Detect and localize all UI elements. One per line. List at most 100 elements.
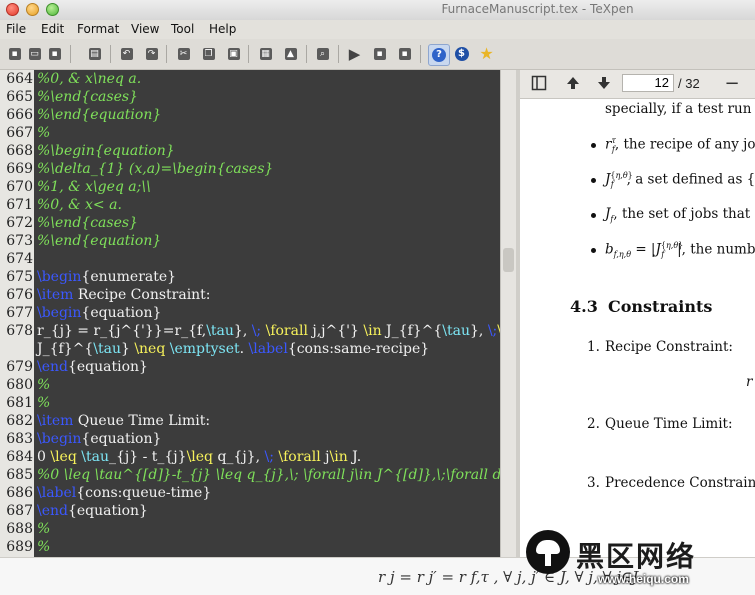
editor-scrollbar-thumb[interactable] (503, 248, 514, 272)
run-icon[interactable]: ▶ (346, 45, 363, 63)
bullet (591, 248, 596, 253)
line-number: 676 (6, 287, 33, 303)
bullet (591, 213, 596, 218)
code-line[interactable]: 670 %1, & x\geq a;\\ (0, 178, 500, 196)
code-token: % (37, 125, 51, 141)
code-line[interactable]: 667% (0, 124, 500, 142)
code-line[interactable]: 689% (0, 538, 500, 556)
code-token: %0 \leq \tau^{[d]}-t_{j} \leq q_{j},\; \… (37, 467, 500, 483)
list-number: 2. (587, 416, 600, 432)
line-number: 683 (6, 431, 33, 447)
code-token: 0 (37, 449, 51, 465)
code-line[interactable]: 686 \label{cons:queue-time} (0, 484, 500, 502)
list-item: Queue Time Limit: (605, 416, 733, 432)
new-file-icon[interactable]: ▪ (6, 45, 23, 62)
line-number: 666 (6, 107, 33, 123)
menu-file[interactable]: File (6, 22, 26, 36)
compile-icon[interactable]: ▪ (371, 45, 388, 62)
code-token: %\delta_{1} (x,a)=\begin{cases} (37, 161, 274, 177)
code-line[interactable]: 685 %0 \leq \tau^{[d]}-t_{j} \leq q_{j},\… (0, 466, 500, 484)
code-line[interactable]: 678 r_{j} = r_{j^{'}}=r_{f,\tau}, \; \for… (0, 322, 500, 340)
search-icon[interactable]: ⌕ (314, 45, 331, 62)
code-token: \label (248, 341, 288, 357)
watermark-url: www.heiqu.com (598, 572, 689, 586)
code-token: \in (329, 449, 348, 465)
help-icon[interactable]: ? (428, 44, 450, 66)
code-line[interactable]: 677 \begin{equation} (0, 304, 500, 322)
code-token: . (239, 341, 249, 357)
redo-icon[interactable]: ↷ (143, 45, 160, 62)
code-line[interactable]: 682 \item Queue Time Limit: (0, 412, 500, 430)
table-icon[interactable]: ▦ (257, 45, 274, 62)
print-icon[interactable]: ▤ (86, 45, 103, 62)
star-icon[interactable]: ★ (478, 44, 495, 63)
menu-help[interactable]: Help (209, 22, 236, 36)
paste-icon[interactable]: ▣ (225, 45, 242, 62)
cut-icon[interactable]: ✂ (175, 45, 192, 62)
next-page-icon[interactable] (595, 75, 613, 93)
code-text: %0, & x< a. (37, 196, 122, 214)
code-line[interactable]: 683 \begin{equation} (0, 430, 500, 448)
code-token: \tau (206, 323, 234, 339)
previous-page-icon[interactable] (564, 75, 582, 93)
code-line[interactable]: 666 %\end{equation} (0, 106, 500, 124)
line-number: 682 (6, 413, 33, 429)
code-line[interactable]: 680% (0, 376, 500, 394)
code-token: \; (251, 323, 262, 339)
save-icon[interactable]: ▪ (46, 45, 63, 62)
code-text: %\end{cases} (37, 88, 138, 106)
copy-icon[interactable]: ❐ (200, 45, 217, 62)
pdf-bullet-item: rτf, the recipe of any job (605, 136, 755, 155)
code-token: {cons:queue-time} (76, 485, 212, 501)
window-title: FurnaceManuscript.tex - TeXpen (441, 2, 634, 16)
code-line[interactable]: 664 %0, & x\neq a. (0, 70, 500, 88)
code-line[interactable]: 674 (0, 250, 500, 268)
code-text: r_{j} = r_{j^{'}}=r_{f,\tau}, \; \forall… (37, 322, 500, 340)
code-text: \end{equation} (37, 358, 148, 376)
code-editor[interactable]: 664 %0, & x\neq a. 665 %\end{cases} 666 %\end… (0, 70, 500, 557)
code-line[interactable]: 687 \end{equation} (0, 502, 500, 520)
code-line[interactable]: 668 %\begin{equation} (0, 142, 500, 160)
menu-view[interactable]: View (131, 22, 159, 36)
code-line[interactable]: J_{f}^{\tau} \neq \emptyset. \label{cons… (0, 340, 500, 358)
code-line[interactable]: 665 %\end{cases} (0, 88, 500, 106)
menu-format[interactable]: Format (77, 22, 119, 36)
code-token: r_{j} = r_{j^{'}}=r_{f, (37, 323, 207, 339)
open-icon[interactable]: ▭ (26, 45, 43, 62)
view-pdf-icon[interactable]: ▪ (396, 45, 413, 62)
code-line[interactable]: 671 %0, & x< a. (0, 196, 500, 214)
code-token: {equation} (67, 359, 148, 375)
code-line[interactable]: 673 %\end{equation} (0, 232, 500, 250)
code-line[interactable]: 675 \begin{enumerate} (0, 268, 500, 286)
code-token: \leq (186, 449, 214, 465)
code-text: 0 \leq \tau_{j} - t_{j}\leq q_{j}, \; \f… (37, 448, 361, 466)
page-number-input[interactable]: 12 (622, 74, 674, 92)
zoom-out-button[interactable]: − (723, 75, 741, 93)
code-token: %0, & x< a. (37, 197, 122, 213)
code-line[interactable]: 669 %\delta_{1} (x,a)=\begin{cases} (0, 160, 500, 178)
sidebar-toggle-icon[interactable] (530, 75, 548, 93)
code-line[interactable]: 676 \item Recipe Constraint: (0, 286, 500, 304)
code-line[interactable]: 679 \end{equation} (0, 358, 500, 376)
toolbar-separator (70, 45, 71, 63)
code-line[interactable]: 688% (0, 520, 500, 538)
undo-icon[interactable]: ↶ (118, 45, 135, 62)
image-icon[interactable]: ▲ (282, 45, 299, 62)
code-text: \item Queue Time Limit: (37, 412, 210, 430)
menu-tool[interactable]: Tool (171, 22, 194, 36)
menu-edit[interactable]: Edit (41, 22, 64, 36)
code-text: % (37, 538, 50, 556)
code-line[interactable]: 684 0 \leq \tau_{j} - t_{j}\leq q_{j}, \;… (0, 448, 500, 466)
code-token: \forall (278, 449, 321, 465)
editor-scrollbar[interactable] (500, 70, 516, 557)
dollar-icon[interactable]: $ (453, 45, 470, 62)
code-token: q_{j}, (213, 449, 265, 465)
code-token: \emptyset (169, 341, 240, 357)
code-line[interactable]: 681% (0, 394, 500, 412)
page-total: / 32 (678, 76, 700, 91)
code-text: \begin{equation} (37, 304, 161, 322)
line-number: 667 (6, 125, 33, 141)
code-line[interactable]: 672 %\end{cases} (0, 214, 500, 232)
list-number: 3. (587, 475, 600, 491)
code-token: \tau (93, 341, 121, 357)
